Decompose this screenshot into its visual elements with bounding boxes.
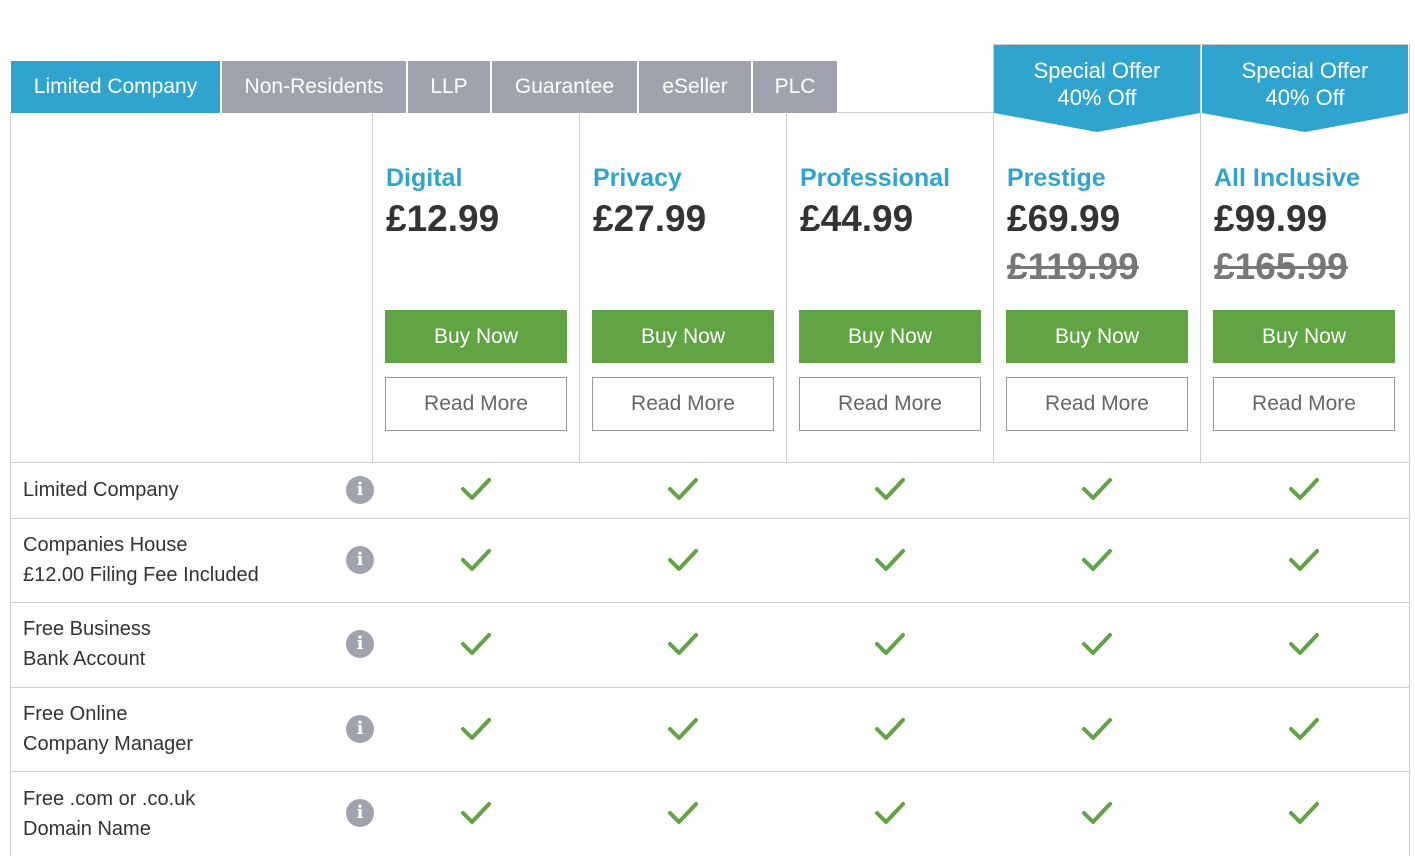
tab-plc[interactable]: PLC	[753, 61, 837, 113]
checkmark-icon	[875, 478, 905, 500]
checkmark-icon	[1289, 549, 1319, 571]
checkmark-icon	[461, 718, 491, 740]
checkmark-icon	[461, 549, 491, 571]
feature-line-1: Companies House	[23, 534, 188, 556]
info-icon[interactable]: i	[346, 715, 374, 743]
read-more-button[interactable]: Read More	[385, 377, 567, 431]
buy-now-button[interactable]: Buy Now	[799, 310, 981, 363]
info-icon[interactable]: i	[346, 630, 374, 658]
tab-non-residents[interactable]: Non-Residents	[222, 61, 406, 113]
buy-now-button[interactable]: Buy Now	[1213, 310, 1395, 363]
checkmark-icon	[1289, 633, 1319, 655]
checkmark-icon	[1082, 718, 1112, 740]
feature-row: Free Online Company Manager i	[10, 687, 1410, 771]
banner-text: Special Offer 40% Off	[1202, 57, 1408, 111]
feature-line-2: Bank Account	[23, 648, 146, 670]
checkmark-icon	[875, 549, 905, 571]
feature-label: Free Online Company Manager	[23, 699, 193, 759]
feature-line-2: Domain Name	[23, 818, 151, 840]
feature-row: Limited Company i	[10, 462, 1410, 518]
checkmark-icon	[1082, 549, 1112, 571]
tab-eseller[interactable]: eSeller	[639, 61, 751, 113]
feature-line-1: Free Online	[23, 703, 128, 725]
checkmark-icon	[1082, 802, 1112, 824]
banner-line-1: Special Offer	[1033, 58, 1161, 83]
feature-line-1: Limited Company	[23, 479, 179, 501]
tab-limited-company[interactable]: Limited Company	[11, 61, 220, 113]
feature-line-2: £12.00 Filing Fee Included	[23, 564, 259, 586]
info-icon[interactable]: i	[346, 476, 374, 504]
read-more-button[interactable]: Read More	[1006, 377, 1188, 431]
tab-guarantee[interactable]: Guarantee	[492, 61, 637, 113]
feature-label: Free .com or .co.uk Domain Name	[23, 784, 195, 844]
read-more-button[interactable]: Read More	[799, 377, 981, 431]
feature-row: Companies House £12.00 Filing Fee Includ…	[10, 518, 1410, 602]
feature-line-1: Free .com or .co.uk	[23, 788, 196, 810]
feature-row: Free Business Bank Account i	[10, 602, 1410, 687]
feature-line-1: Free Business	[23, 618, 151, 640]
checkmark-icon	[461, 478, 491, 500]
read-more-button[interactable]: Read More	[1213, 377, 1395, 431]
plan-old-price: £165.99	[1214, 246, 1348, 287]
banner-line-1: Special Offer	[1241, 58, 1369, 83]
checkmark-icon	[1289, 802, 1319, 824]
plan-name: All Inclusive	[1214, 164, 1360, 192]
plan-prestige: Prestige £69.99 £119.99 Buy Now Read Mor…	[994, 112, 1201, 462]
checkmark-icon	[668, 718, 698, 740]
checkmark-icon	[1289, 718, 1319, 740]
checkmark-icon	[1082, 633, 1112, 655]
buy-now-button[interactable]: Buy Now	[1006, 310, 1188, 363]
product-tabs: Limited Company Non-Residents LLP Guaran…	[11, 61, 839, 113]
plan-price: £99.99	[1214, 198, 1328, 239]
checkmark-icon	[668, 549, 698, 571]
tab-llp[interactable]: LLP	[408, 61, 490, 113]
plan-price: £27.99	[593, 198, 707, 239]
banner-text: Special Offer 40% Off	[994, 57, 1200, 111]
plan-name: Privacy	[593, 164, 682, 192]
feature-label: Limited Company	[23, 475, 179, 505]
read-more-button[interactable]: Read More	[592, 377, 774, 431]
checkmark-icon	[875, 802, 905, 824]
plan-all-inclusive: All Inclusive £99.99 £165.99 Buy Now Rea…	[1201, 112, 1408, 462]
plan-price: £69.99	[1007, 198, 1121, 239]
banner-line-2: 40% Off	[1057, 85, 1137, 110]
feature-row: Free .com or .co.uk Domain Name i	[10, 771, 1410, 856]
feature-label: Companies House £12.00 Filing Fee Includ…	[23, 530, 259, 590]
plan-name: Digital	[386, 164, 463, 192]
checkmark-icon	[875, 718, 905, 740]
checkmark-icon	[875, 633, 905, 655]
feature-line-2: Company Manager	[23, 733, 194, 755]
info-icon[interactable]: i	[346, 799, 374, 827]
checkmark-icon	[1082, 478, 1112, 500]
buy-now-button[interactable]: Buy Now	[592, 310, 774, 363]
plan-name: Professional	[800, 164, 951, 192]
checkmark-icon	[668, 633, 698, 655]
plan-privacy: Privacy £27.99 Buy Now Read More	[580, 112, 787, 462]
plan-old-price: £119.99	[1007, 246, 1139, 287]
plan-digital: Digital £12.99 Buy Now Read More	[373, 112, 580, 462]
banner-line-2: 40% Off	[1265, 85, 1345, 110]
checkmark-icon	[1289, 478, 1319, 500]
checkmark-icon	[461, 633, 491, 655]
plan-professional: Professional £44.99 Buy Now Read More	[787, 112, 994, 462]
plan-price: £44.99	[800, 198, 914, 239]
plan-name: Prestige	[1007, 164, 1106, 192]
buy-now-button[interactable]: Buy Now	[385, 310, 567, 363]
checkmark-icon	[461, 802, 491, 824]
checkmark-icon	[668, 478, 698, 500]
info-icon[interactable]: i	[346, 546, 374, 574]
checkmark-icon	[668, 802, 698, 824]
feature-label: Free Business Bank Account	[23, 614, 151, 674]
plan-price: £12.99	[386, 198, 500, 239]
